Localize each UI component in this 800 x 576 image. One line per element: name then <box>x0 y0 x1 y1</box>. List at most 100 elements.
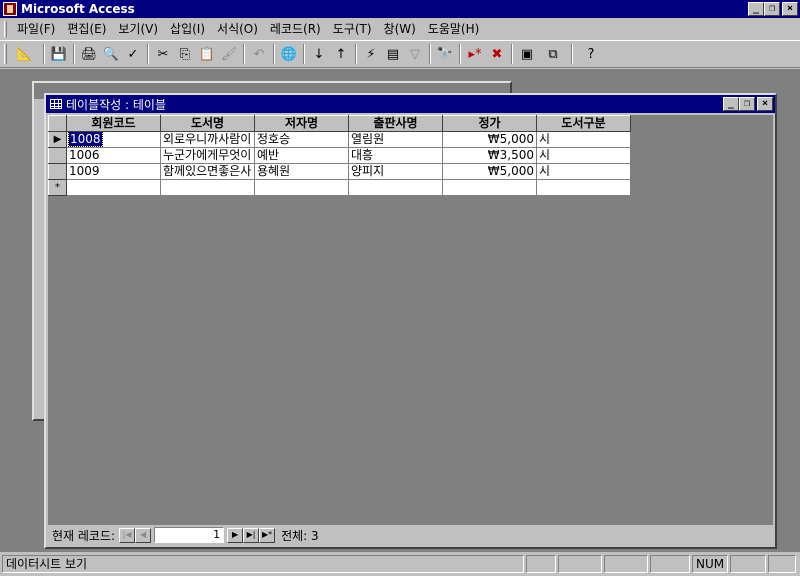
menu-tools[interactable]: 도구(T) <box>327 20 378 38</box>
access-app-icon[interactable] <box>3 2 17 16</box>
table-close-button[interactable]: × <box>757 97 773 111</box>
table-cell[interactable]: 1008 <box>66 131 161 148</box>
datasheet-icon[interactable] <box>50 99 62 109</box>
column-header-member-code[interactable]: 회원코드 <box>66 115 161 132</box>
menu-grip[interactable] <box>4 21 7 37</box>
table-row: 1006 누군가에게무엇이 예반 대흥 ₩3,500 시 <box>48 147 631 164</box>
paste-icon[interactable]: 📋 <box>196 43 218 65</box>
app-title-bar[interactable]: Microsoft Access _ ❐ × <box>0 0 800 18</box>
table-cell[interactable]: ₩5,000 <box>442 163 537 180</box>
menu-window[interactable]: 창(W) <box>378 20 422 38</box>
table-cell[interactable]: 시 <box>536 163 631 180</box>
table-maximize-button[interactable]: ❐ <box>739 97 755 111</box>
menu-help[interactable]: 도움말(H) <box>422 20 486 38</box>
app-restore-button[interactable]: ❐ <box>764 2 780 16</box>
column-header-price[interactable]: 정가 <box>442 115 537 132</box>
table-cell[interactable]: 시 <box>536 147 631 164</box>
last-record-button[interactable]: ▶| <box>243 527 260 543</box>
table-window-title-bar[interactable]: 테이블작성 : 테이블 _ ❐ × <box>46 95 775 113</box>
menu-format[interactable]: 서식(O) <box>211 20 264 38</box>
active-cell-value[interactable]: 1008 <box>68 131 103 147</box>
table-cell[interactable]: 양피지 <box>348 163 443 180</box>
next-record-button[interactable]: ▶ <box>227 527 244 543</box>
status-panel <box>604 555 648 573</box>
table-cell[interactable]: ₩5,000 <box>442 131 537 148</box>
table-cell[interactable] <box>254 179 349 196</box>
save-icon[interactable]: 💾 <box>48 43 70 65</box>
current-record-label: 현재 레코드: <box>52 528 116 543</box>
record-navigator: 현재 레코드: |◀ ◀ 1 ▶ ▶| ▶* 전체: 3 <box>48 525 773 545</box>
database-window-icon[interactable]: ▣ <box>516 43 538 65</box>
spelling-icon[interactable]: ✓ <box>122 43 144 65</box>
delete-record-icon[interactable]: ✖ <box>486 43 508 65</box>
table-row: ▶ 1008 외로우니까사람이 정호승 열림원 ₩5,000 시 <box>48 131 631 148</box>
new-record-selector[interactable]: * <box>48 179 67 196</box>
current-record-selector[interactable]: ▶ <box>48 131 67 148</box>
view-design-icon[interactable]: 📐 <box>10 43 40 65</box>
app-close-button[interactable]: × <box>782 2 798 16</box>
toolbar-grip[interactable] <box>4 44 7 64</box>
table-cell[interactable]: 1006 <box>66 147 161 164</box>
previous-record-button[interactable]: ◀ <box>135 527 152 543</box>
record-total-label: 전체: 3 <box>281 528 319 543</box>
copy-icon[interactable]: ⎘ <box>174 43 196 65</box>
column-header-category[interactable]: 도서구분 <box>536 115 631 132</box>
table-cell[interactable]: 함께있으면좋은사 <box>160 163 255 180</box>
menu-edit[interactable]: 편집(E) <box>61 20 112 38</box>
filter-by-selection-icon[interactable]: ⚡ <box>360 43 382 65</box>
status-panel <box>730 555 766 573</box>
apply-filter-icon[interactable]: ▽ <box>404 43 426 65</box>
new-record-row: * <box>48 179 631 196</box>
menu-records[interactable]: 레코드(R) <box>264 20 327 38</box>
sort-descending-icon[interactable]: ↑ <box>330 43 352 65</box>
record-number-input[interactable]: 1 <box>154 527 225 543</box>
status-panel <box>526 555 556 573</box>
status-panel <box>558 555 602 573</box>
table-cell[interactable] <box>348 179 443 196</box>
status-panel <box>650 555 690 573</box>
app-minimize-button[interactable]: _ <box>748 2 764 16</box>
table-cell[interactable]: 누군가에게무엇이 <box>160 147 255 164</box>
undo-icon[interactable]: ↶ <box>248 43 270 65</box>
table-cell[interactable]: 정호승 <box>254 131 349 148</box>
filter-by-form-icon[interactable]: ▤ <box>382 43 404 65</box>
table-cell[interactable] <box>160 179 255 196</box>
table-cell[interactable]: ₩3,500 <box>442 147 537 164</box>
hyperlink-icon[interactable]: 🌐 <box>278 43 300 65</box>
table-cell[interactable] <box>536 179 631 196</box>
help-icon[interactable]: ? <box>576 43 606 65</box>
record-selector[interactable] <box>48 147 67 164</box>
table-cell[interactable]: 대흥 <box>348 147 443 164</box>
new-object-icon[interactable]: ⧉ <box>538 43 568 65</box>
table-cell[interactable]: 예반 <box>254 147 349 164</box>
menu-file[interactable]: 파일(F) <box>11 20 61 38</box>
table-cell[interactable] <box>442 179 537 196</box>
column-header-publisher[interactable]: 출판사명 <box>348 115 443 132</box>
datasheet-grid-area[interactable]: 회원코드 도서명 저자명 출판사명 정가 도서구분 ▶ 1008 외로우니까사람… <box>48 115 773 525</box>
format-painter-icon[interactable]: 🖌 <box>218 43 240 65</box>
cut-icon[interactable]: ✂ <box>152 43 174 65</box>
table-cell[interactable]: 시 <box>536 131 631 148</box>
new-record-icon[interactable]: ▸* <box>464 43 486 65</box>
find-icon[interactable]: 🔭 <box>434 43 456 65</box>
table-cell[interactable]: 열림원 <box>348 131 443 148</box>
table-cell[interactable]: 1009 <box>66 163 161 180</box>
first-record-button[interactable]: |◀ <box>119 527 136 543</box>
select-all-corner[interactable] <box>48 115 67 132</box>
column-header-author[interactable]: 저자명 <box>254 115 349 132</box>
print-preview-icon[interactable]: 🔍 <box>100 43 122 65</box>
print-icon[interactable]: 🖨 <box>78 43 100 65</box>
sort-ascending-icon[interactable]: ↓ <box>308 43 330 65</box>
new-record-button[interactable]: ▶* <box>259 527 276 543</box>
status-text: 데이터시트 보기 <box>2 555 524 573</box>
app-title: Microsoft Access <box>21 2 135 16</box>
column-header-book-title[interactable]: 도서명 <box>160 115 255 132</box>
record-selector[interactable] <box>48 163 67 180</box>
menu-insert[interactable]: 삽입(I) <box>164 20 211 38</box>
table-minimize-button[interactable]: _ <box>723 97 739 111</box>
table-cell[interactable]: 용혜원 <box>254 163 349 180</box>
table-cell[interactable]: 외로우니까사람이 <box>160 131 255 148</box>
table-cell[interactable] <box>66 179 161 196</box>
table-datasheet-window[interactable]: 테이블작성 : 테이블 _ ❐ × 회원코드 도서명 저자명 출판사명 정가 도… <box>44 93 777 549</box>
menu-view[interactable]: 보기(V) <box>112 20 164 38</box>
